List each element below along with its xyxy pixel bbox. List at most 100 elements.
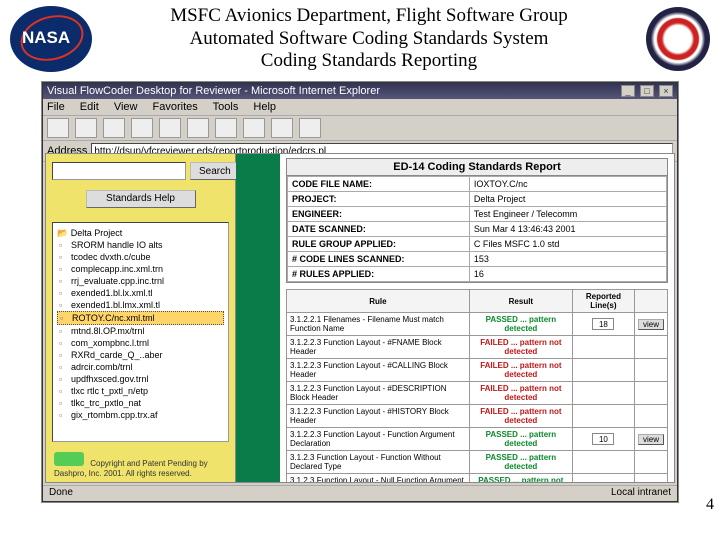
meta-value: 16	[469, 267, 666, 282]
meta-row: ENGINEER:Test Engineer / Telecomm	[288, 207, 667, 222]
tree-item[interactable]: tlkc_trc_pxtlo_nat	[57, 397, 224, 409]
meta-key: PROJECT:	[288, 192, 470, 207]
col-result: Result	[469, 290, 572, 313]
stop-button[interactable]	[103, 118, 125, 138]
window-titlebar: Visual FlowCoder Desktop for Reviewer - …	[43, 83, 677, 99]
search-button[interactable]	[187, 118, 209, 138]
rule-text: 3.1.2.2.3 Function Layout - Function Arg…	[287, 428, 470, 451]
meta-key: RULE GROUP APPLIED:	[288, 237, 470, 252]
slide-title: MSFC Avionics Department, Flight Softwar…	[92, 5, 646, 73]
toolbar	[43, 116, 677, 141]
menu-help[interactable]: Help	[253, 101, 276, 113]
rule-text: 3.1.2.2.3 Function Layout - #CALLING Blo…	[287, 359, 470, 382]
meta-row: CODE FILE NAME:IOXTOY.C/nc	[288, 177, 667, 192]
meta-value: IOXTOY.C/nc	[469, 177, 666, 192]
col-line: Reported Line(s)	[572, 290, 634, 313]
rule-line: 10	[572, 428, 634, 451]
tree-item[interactable]: mtnd.8l.OP.mx/trnl	[57, 325, 224, 337]
view-button[interactable]: view	[638, 434, 664, 445]
rule-text: 3.1.2.2.3 Function Layout - #DESCRIPTION…	[287, 382, 470, 405]
status-left: Done	[49, 487, 73, 500]
meta-row: # CODE LINES SCANNED:153	[288, 252, 667, 267]
menu-tools[interactable]: Tools	[213, 101, 239, 113]
title-line-1: MSFC Avionics Department, Flight Softwar…	[98, 5, 640, 28]
tree-item[interactable]: ROTOY.C/nc.xml.tml	[57, 311, 224, 325]
rule-row: 3.1.2.2.3 Function Layout - #HISTORY Blo…	[287, 405, 668, 428]
rule-text: 3.1.2.3 Function Layout - Null Function …	[287, 474, 470, 483]
rule-text: 3.1.2.2.1 Filenames - Filename Must matc…	[287, 313, 470, 336]
rule-result: FAILED ... pattern not detected	[469, 405, 572, 428]
rule-result: PASSED ... pattern detected	[469, 451, 572, 474]
tree-item[interactable]: gix_rtombm.cpp.trx.af	[57, 409, 224, 421]
rule-result: PASSED ... pattern detected	[469, 428, 572, 451]
rule-row: 3.1.2.3 Function Layout - Null Function …	[287, 474, 668, 483]
menu-bar: File Edit View Favorites Tools Help	[43, 99, 677, 116]
sidebar-search-button[interactable]: Search	[190, 162, 240, 180]
menu-favorites[interactable]: Favorites	[153, 101, 198, 113]
meta-value: Sun Mar 4 13:46:43 2001	[469, 222, 666, 237]
rule-action	[634, 359, 667, 382]
tree-item[interactable]: RXRd_carde_Q_..aber	[57, 349, 224, 361]
rule-line	[572, 336, 634, 359]
tree-item[interactable]: exended1.bl.lmx.xml.tl	[57, 299, 224, 311]
file-tree[interactable]: 📂 Delta Project SRORM handle IO altstcod…	[52, 222, 229, 442]
home-button[interactable]	[159, 118, 181, 138]
tree-item[interactable]: updfhxsced.gov.trnl	[57, 373, 224, 385]
tree-item[interactable]: SRORM handle IO alts	[57, 239, 224, 251]
menu-file[interactable]: File	[47, 101, 65, 113]
close-button[interactable]: ×	[659, 85, 673, 97]
tree-item[interactable]: adrcir.comb/trnl	[57, 361, 224, 373]
menu-edit[interactable]: Edit	[80, 101, 99, 113]
forward-button[interactable]	[75, 118, 97, 138]
col-action	[634, 290, 667, 313]
status-right: Local intranet	[611, 487, 671, 500]
rule-line: 18	[572, 313, 634, 336]
rule-action	[634, 336, 667, 359]
nasa-logo	[10, 6, 92, 72]
page-viewport: Search Standards Help 📂 Delta Project SR…	[45, 153, 675, 483]
history-button[interactable]	[243, 118, 265, 138]
tree-item[interactable]: exended1.bl.lx.xml.tl	[57, 287, 224, 299]
tree-root[interactable]: 📂 Delta Project	[57, 227, 224, 239]
meta-key: ENGINEER:	[288, 207, 470, 222]
meta-value: Delta Project	[469, 192, 666, 207]
meta-row: RULE GROUP APPLIED:C Files MSFC 1.0 std	[288, 237, 667, 252]
meta-key: # RULES APPLIED:	[288, 267, 470, 282]
tree-item[interactable]: com_xompbnc.l.trnl	[57, 337, 224, 349]
ed-logo	[646, 7, 710, 71]
rule-result: PASSED ... pattern detected	[469, 313, 572, 336]
maximize-button[interactable]: □	[640, 85, 654, 97]
tree-item[interactable]: complecapp.inc.xml.trn	[57, 263, 224, 275]
rule-row: 3.1.2.2.1 Filenames - Filename Must matc…	[287, 313, 668, 336]
rule-row: 3.1.2.2.3 Function Layout - #FNAME Block…	[287, 336, 668, 359]
tree-item[interactable]: rrj_evaluate.cpp.inc.trnl	[57, 275, 224, 287]
line-number: 18	[592, 318, 614, 330]
title-line-2: Automated Software Coding Standards Syst…	[98, 28, 640, 51]
rule-row: 3.1.2.2.3 Function Layout - #DESCRIPTION…	[287, 382, 668, 405]
refresh-button[interactable]	[131, 118, 153, 138]
tree-item[interactable]: tcodec dvxth.c/cube	[57, 251, 224, 263]
rule-line	[572, 474, 634, 483]
divider-strip	[236, 154, 280, 482]
meta-value: C Files MSFC 1.0 std	[469, 237, 666, 252]
rule-text: 3.1.2.3 Function Layout - Function Witho…	[287, 451, 470, 474]
rule-row: 3.1.2.2.3 Function Layout - #CALLING Blo…	[287, 359, 668, 382]
rule-text: 3.1.2.2.3 Function Layout - #HISTORY Blo…	[287, 405, 470, 428]
sidebar-search-input[interactable]	[52, 162, 186, 180]
rule-action	[634, 382, 667, 405]
print-button[interactable]	[299, 118, 321, 138]
window-title: Visual FlowCoder Desktop for Reviewer - …	[47, 85, 380, 97]
minimize-button[interactable]: _	[621, 85, 635, 97]
menu-view[interactable]: View	[114, 101, 138, 113]
back-button[interactable]	[47, 118, 69, 138]
meta-value: Test Engineer / Telecomm	[469, 207, 666, 222]
tree-item[interactable]: tlxc rtlc t_pxtl_n/etp	[57, 385, 224, 397]
line-number: 10	[592, 433, 614, 445]
browser-window: Visual FlowCoder Desktop for Reviewer - …	[42, 82, 678, 502]
standards-help-button[interactable]: Standards Help	[86, 190, 196, 208]
meta-value: 153	[469, 252, 666, 267]
view-button[interactable]: view	[638, 319, 664, 330]
favorites-button[interactable]	[215, 118, 237, 138]
rule-action: view	[634, 428, 667, 451]
mail-button[interactable]	[271, 118, 293, 138]
